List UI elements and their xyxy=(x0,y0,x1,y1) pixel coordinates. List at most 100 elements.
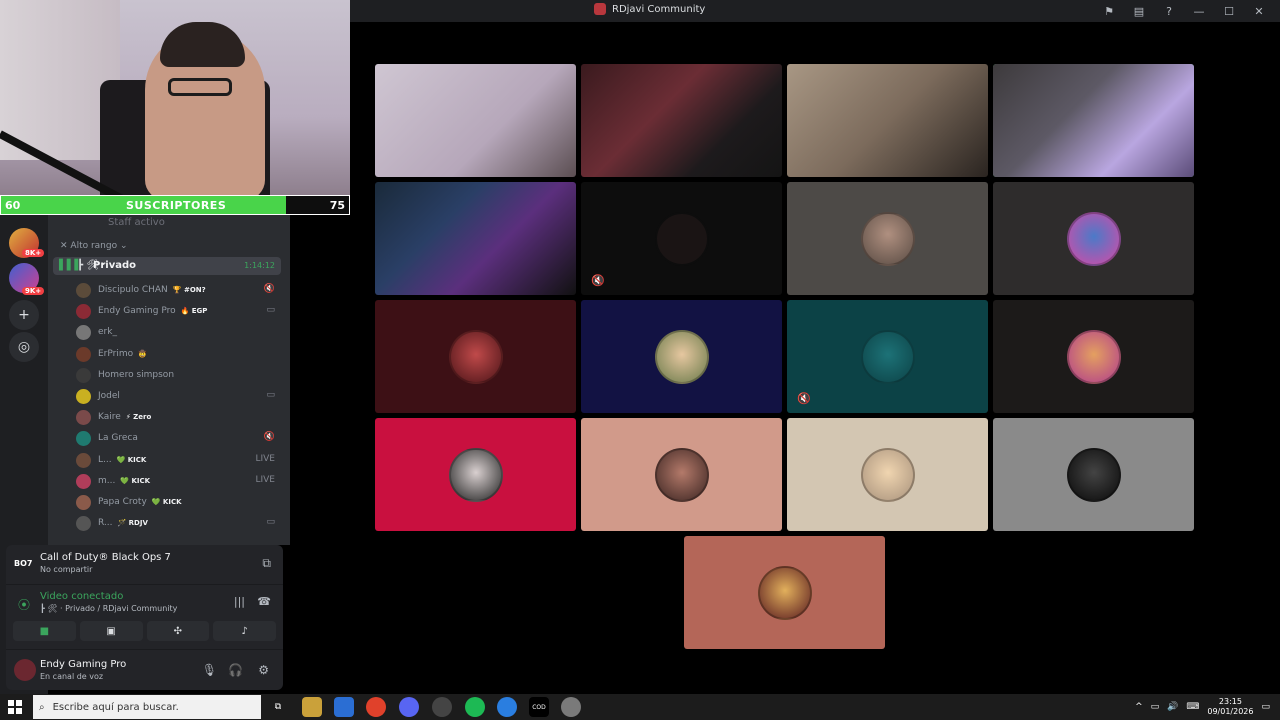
store-icon[interactable] xyxy=(334,697,354,717)
server-logo-icon xyxy=(594,3,606,15)
maximize-button[interactable]: ☐ xyxy=(1214,2,1244,20)
member-name: Discipulo CHAN 🏆 #ON? xyxy=(98,285,206,295)
voice-channel-privado[interactable]: ▌▌▌ ┣ 🛠 · Privado 1:14:12 xyxy=(53,257,281,275)
voice-member[interactable]: m... 💚 KICK LIVE xyxy=(76,472,281,490)
activities-button[interactable]: ✣ xyxy=(146,621,210,641)
voice-member[interactable]: Jodel ▭ xyxy=(76,387,281,405)
video-tile-speaking[interactable] xyxy=(993,64,1194,177)
avatar-tile[interactable]: 🔇 xyxy=(581,182,782,295)
member-name: Endy Gaming Pro 🔥 EGP xyxy=(98,306,207,316)
avatar-tile[interactable] xyxy=(787,182,988,295)
connection-channel[interactable]: ┣ 🛠 · Privado / RDjavi Community xyxy=(40,604,177,613)
taskbar-search-field[interactable]: ⌕ Escribe aquí para buscar. xyxy=(33,695,261,719)
member-name-text: Kaire xyxy=(98,412,121,423)
member-name: m... 💚 KICK xyxy=(98,476,150,486)
tray-chevron-icon[interactable]: ^ xyxy=(1135,702,1143,712)
search-icon: ⌕ xyxy=(39,701,45,713)
notifications-icon[interactable]: ▭ xyxy=(1261,702,1270,712)
video-tile[interactable] xyxy=(375,182,576,295)
member-status-icon: 🔇 xyxy=(263,284,275,294)
clock[interactable]: 23:15 09/01/2026 xyxy=(1207,697,1253,717)
video-feed xyxy=(787,64,988,177)
member-tag: 🔥 EGP xyxy=(180,307,208,316)
voice-member[interactable]: Endy Gaming Pro 🔥 EGP ▭ xyxy=(76,302,281,320)
help-icon[interactable]: ? xyxy=(1154,2,1184,20)
user-avatar xyxy=(654,211,709,266)
avatar-tile[interactable]: 🔇 xyxy=(787,300,988,413)
windows-start-icon[interactable] xyxy=(8,700,22,714)
discover-icon[interactable]: ◎ xyxy=(9,332,39,362)
inbox-icon[interactable]: ▤ xyxy=(1124,2,1154,20)
video-tile[interactable] xyxy=(375,64,576,177)
app-icon[interactable] xyxy=(561,697,581,717)
user-avatar xyxy=(448,329,503,384)
screen-share-button[interactable]: ▣ xyxy=(79,621,143,641)
chrome-icon[interactable] xyxy=(366,697,386,717)
share-screen-icon[interactable]: ⧉ xyxy=(262,556,271,571)
streamer-webcam xyxy=(0,0,350,195)
window-title-group: RDjavi Community xyxy=(594,3,705,15)
noise-suppression-icon[interactable]: ||| xyxy=(234,595,245,608)
channel-list: Staff activo ✕ Alto rango ⌄ ▌▌▌ ┣ 🛠 · Pr… xyxy=(48,215,290,545)
add-server-icon[interactable]: + xyxy=(9,300,39,330)
avatar-tile[interactable] xyxy=(375,418,576,531)
task-view-icon[interactable]: ⧉ xyxy=(268,697,288,717)
voice-member[interactable]: R... 🪄 RDJV ▭ xyxy=(76,514,281,532)
member-tag: 💚 KICK xyxy=(120,476,151,485)
voice-member[interactable]: ErPrimo 🤠 xyxy=(76,345,281,363)
minimize-button[interactable]: — xyxy=(1184,2,1214,20)
battlenet-icon[interactable] xyxy=(497,697,517,717)
avatar-tile[interactable] xyxy=(787,418,988,531)
avatar-tile[interactable] xyxy=(375,300,576,413)
voice-member[interactable]: erk_ xyxy=(76,323,281,341)
avatar-tile[interactable] xyxy=(993,182,1194,295)
video-tile[interactable] xyxy=(787,64,988,177)
user-avatar[interactable] xyxy=(14,659,36,681)
camera-button[interactable]: ■ xyxy=(13,621,76,641)
window-title: RDjavi Community xyxy=(612,3,706,15)
volume-icon[interactable]: 🔊 xyxy=(1167,702,1178,712)
headphones-icon[interactable]: 🎧 xyxy=(228,663,243,677)
settings-gear-icon[interactable]: ⚙ xyxy=(258,663,269,677)
flag-icon[interactable]: ⚑ xyxy=(1094,2,1124,20)
game-title: Call of Duty® Black Ops 7 xyxy=(40,552,171,563)
voice-member[interactable]: Kaire ⚡ Zero xyxy=(76,408,281,426)
voice-member[interactable]: L... 💚 KICK LIVE xyxy=(76,451,281,469)
member-avatar xyxy=(76,431,91,447)
spotify-icon[interactable] xyxy=(465,697,485,717)
avatar-tile[interactable] xyxy=(684,536,885,649)
member-name: La Greca xyxy=(98,433,143,443)
file-explorer-icon[interactable] xyxy=(302,697,322,717)
avatar-tile[interactable] xyxy=(581,418,782,531)
video-tile[interactable] xyxy=(581,64,782,177)
keyboard-icon[interactable]: ⌨ xyxy=(1186,702,1199,712)
member-name-text: m... xyxy=(98,475,116,486)
voice-member[interactable]: Papa Croty 💚 KICK xyxy=(76,493,281,511)
voice-member[interactable]: Discipulo CHAN 🏆 #ON? 🔇 xyxy=(76,281,281,299)
voice-member[interactable]: Homero simpson xyxy=(76,366,281,384)
category-header[interactable]: ✕ Alto rango ⌄ xyxy=(60,241,128,251)
avatar-tile[interactable] xyxy=(581,300,782,413)
voice-member[interactable]: La Greca 🔇 xyxy=(76,429,281,447)
discord-icon[interactable] xyxy=(399,697,419,717)
member-avatar xyxy=(76,283,91,298)
member-name-text: Papa Croty xyxy=(98,497,147,507)
avatar-tile[interactable] xyxy=(993,300,1194,413)
microphone-icon[interactable]: 🎙 xyxy=(202,663,217,677)
member-name: Homero simpson xyxy=(98,370,179,380)
member-name: ErPrimo 🤠 xyxy=(98,349,147,359)
member-tag: 🏆 #ON? xyxy=(172,286,206,294)
mention-badge: 9K+ xyxy=(22,287,45,295)
user-avatar xyxy=(448,447,503,502)
member-tag: 🤠 xyxy=(138,349,147,358)
disconnect-icon[interactable]: ☎ xyxy=(257,595,271,608)
call-of-duty-icon[interactable]: COD xyxy=(529,697,549,717)
avatar-tile[interactable] xyxy=(993,418,1194,531)
soundboard-button[interactable]: ♪ xyxy=(213,621,276,641)
member-status-icon: LIVE xyxy=(255,474,275,485)
obs-icon[interactable] xyxy=(432,697,452,717)
mention-badge: 8K+ xyxy=(22,249,45,257)
network-icon[interactable]: ▭ xyxy=(1151,702,1160,712)
close-button[interactable]: ✕ xyxy=(1244,2,1274,20)
user-name[interactable]: Endy Gaming Pro xyxy=(40,659,126,670)
